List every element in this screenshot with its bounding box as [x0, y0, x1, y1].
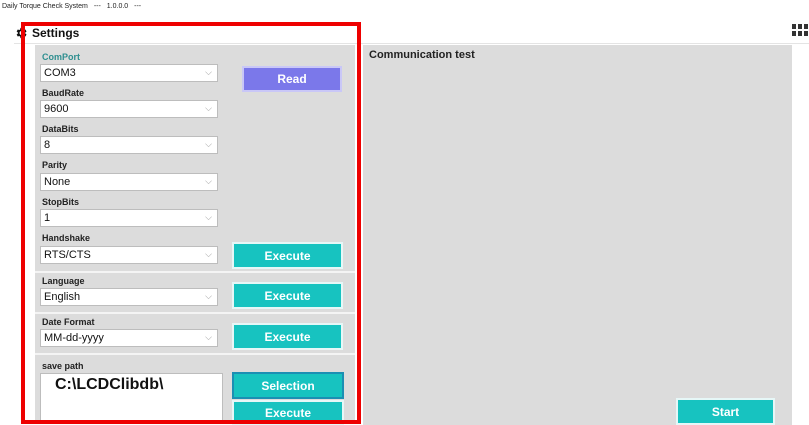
comport-label: ComPort [42, 52, 80, 62]
selection-button[interactable]: Selection [232, 372, 344, 399]
read-button[interactable]: Read [242, 66, 342, 92]
date-format-section: Date Format MM-dd-yyyy ⌵ Execute [35, 312, 355, 352]
databits-value: 8 [44, 139, 51, 151]
tab-settings-label: Settings [32, 26, 80, 40]
baudrate-label: BaudRate [42, 88, 85, 98]
date-format-execute-button[interactable]: Execute [232, 323, 343, 350]
date-format-value: MM-dd-yyyy [44, 332, 104, 344]
parity-label: Parity [42, 160, 68, 170]
communication-test-panel: Communication test Start [363, 45, 792, 425]
date-format-label: Date Format [42, 317, 95, 327]
chevron-down-icon: ⌵ [205, 67, 212, 77]
tab-divider [14, 43, 809, 44]
parity-select[interactable]: None ⌵ [40, 173, 218, 191]
language-section: Language English ⌵ Execute [35, 271, 355, 311]
save-path-section: save path C:\LCDClibdb\ Selection Execut… [35, 353, 355, 425]
serial-port-section: ComPort COM3 ⌵ Read BaudRate 9600 ⌵ Data… [35, 45, 355, 269]
comport-value: COM3 [44, 67, 76, 79]
handshake-value: RTS/CTS [44, 249, 91, 261]
handshake-select[interactable]: RTS/CTS ⌵ [40, 246, 218, 264]
title-separator: --- [93, 3, 101, 10]
chevron-down-icon: ⌵ [205, 103, 212, 113]
chevron-down-icon: ⌵ [205, 139, 212, 149]
save-path-execute-button[interactable]: Execute [232, 400, 344, 425]
baudrate-select[interactable]: 9600 ⌵ [40, 100, 218, 118]
language-value: English [44, 291, 81, 303]
parity-value: None [44, 176, 71, 188]
app-version: 1.0.0.0 [106, 3, 129, 10]
title-bar: Daily Torque Check System --- 1.0.0.0 --… [0, 0, 809, 20]
chevron-down-icon: ⌵ [205, 249, 212, 259]
serial-execute-button[interactable]: Execute [232, 242, 343, 269]
chevron-down-icon: ⌵ [205, 332, 212, 342]
tab-settings[interactable]: Settings [14, 23, 79, 43]
language-execute-button[interactable]: Execute [232, 282, 343, 309]
chevron-down-icon: ⌵ [205, 212, 212, 222]
app-title: Daily Torque Check System --- 1.0.0.0 --… [2, 3, 145, 10]
language-label: Language [42, 276, 85, 286]
title-separator-2: --- [134, 3, 142, 10]
communication-test-title: Communication test [369, 49, 475, 61]
handshake-label: Handshake [42, 233, 91, 243]
app-name: Daily Torque Check System [2, 3, 88, 10]
save-path-label: save path [42, 361, 84, 371]
date-format-select[interactable]: MM-dd-yyyy ⌵ [40, 329, 218, 347]
chevron-down-icon: ⌵ [205, 291, 212, 301]
databits-select[interactable]: 8 ⌵ [40, 136, 218, 154]
databits-label: DataBits [42, 124, 79, 134]
start-button[interactable]: Start [676, 398, 775, 425]
language-select[interactable]: English ⌵ [40, 288, 218, 306]
baudrate-value: 9600 [44, 103, 69, 115]
stopbits-value: 1 [44, 212, 51, 224]
comport-select[interactable]: COM3 ⌵ [40, 64, 218, 82]
grid-menu-icon[interactable] [792, 24, 808, 38]
stopbits-label: StopBits [42, 197, 79, 207]
save-path-field[interactable]: C:\LCDClibdb\ [40, 373, 223, 424]
gear-icon [16, 27, 27, 39]
chevron-down-icon: ⌵ [205, 176, 212, 186]
stopbits-select[interactable]: 1 ⌵ [40, 209, 218, 227]
settings-panel: ComPort COM3 ⌵ Read BaudRate 9600 ⌵ Data… [35, 45, 355, 425]
